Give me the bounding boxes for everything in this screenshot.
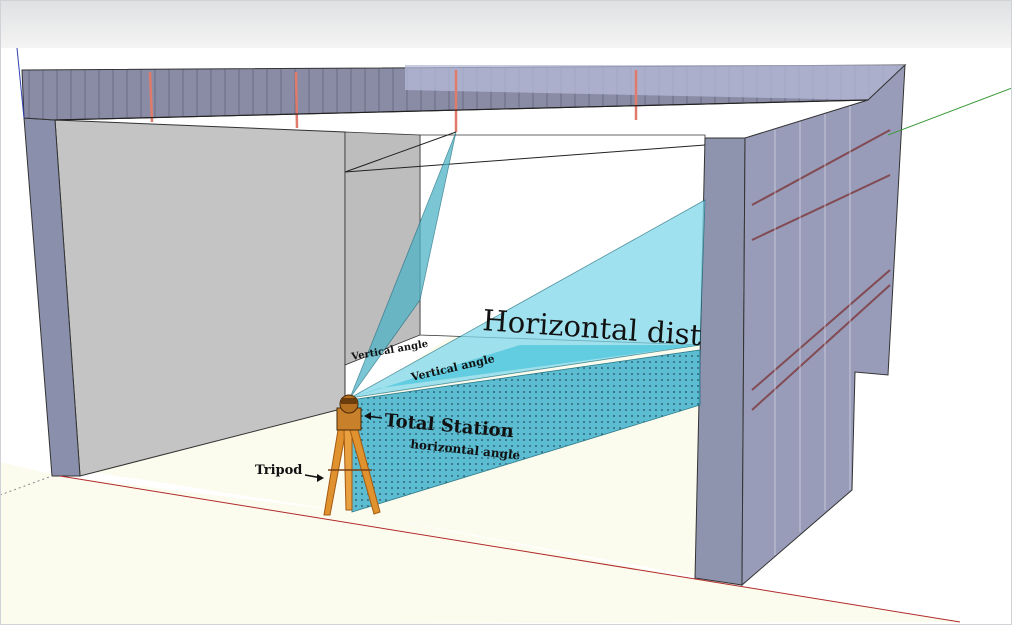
tripod-label: Tripod — [255, 463, 302, 478]
roof-beam — [294, 71, 299, 129]
toolbar-strip — [0, 0, 1012, 48]
total-station-instrument — [336, 394, 362, 431]
sketchup-viewport[interactable]: Horizontal dist Vertical angle Vertical … — [0, 0, 1012, 625]
